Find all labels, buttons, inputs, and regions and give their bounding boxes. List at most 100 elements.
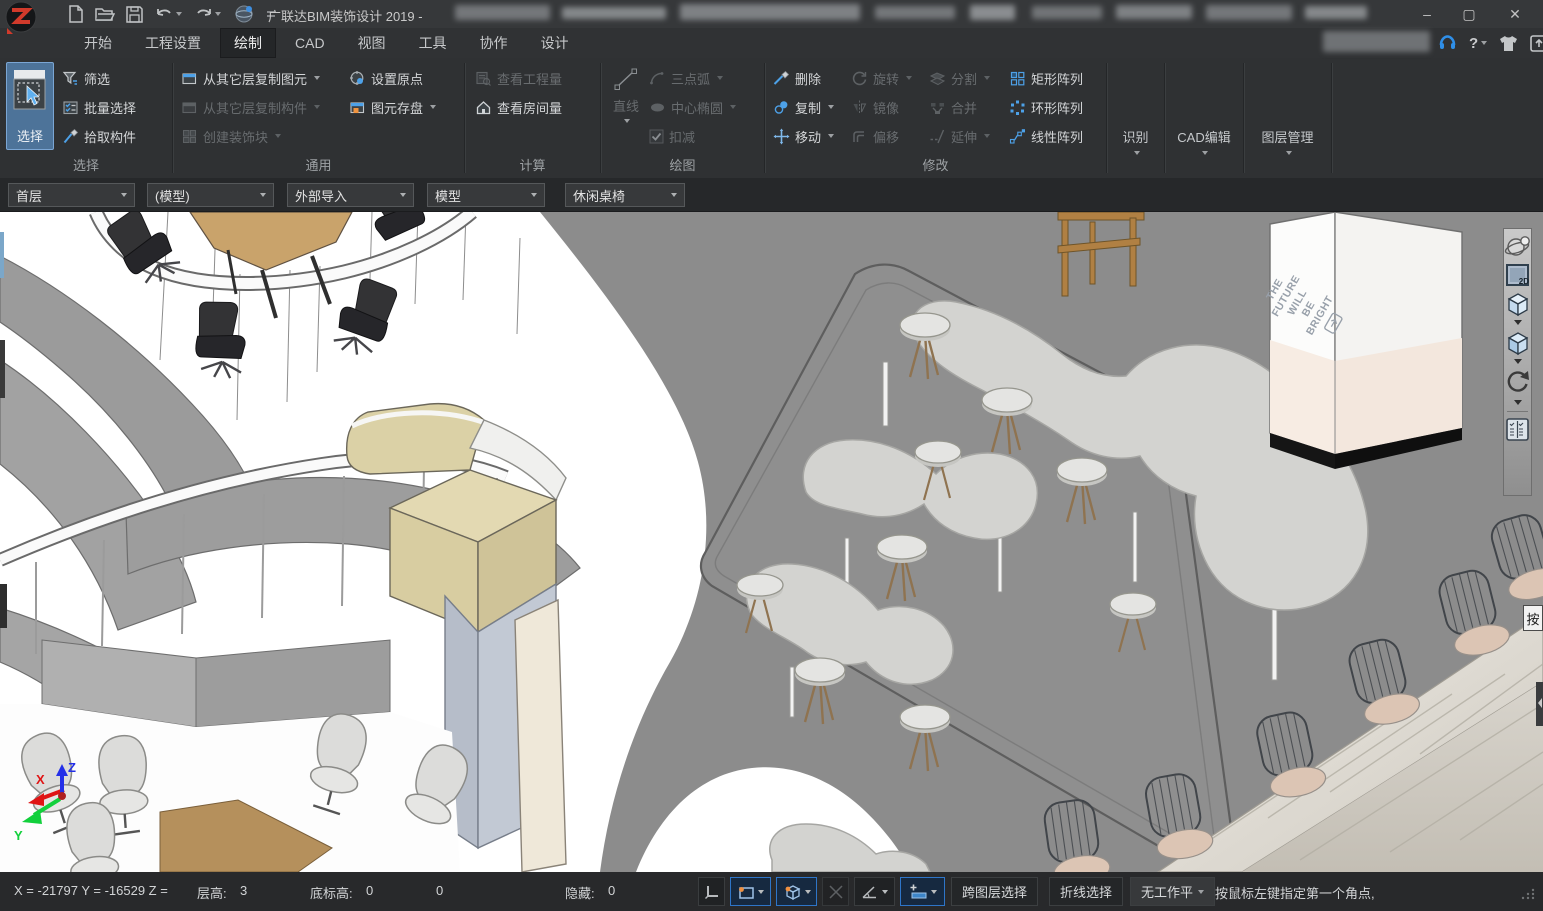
pick-component-button[interactable]: 拾取构件 [62, 124, 136, 148]
cop y-elements-from-other-layer-button[interactable]: 从其它层复制图元 [181, 66, 320, 90]
front-view-cube-icon[interactable] [1504, 289, 1531, 319]
ribbon-group-modify: 删除 复制 移动 旋转 镜像 偏移 分割 合并 [765, 58, 1106, 177]
tab-collaborate[interactable]: 协作 [466, 28, 522, 58]
floor-height-value[interactable]: 3 [240, 883, 247, 898]
orbit-icon[interactable] [1504, 232, 1531, 262]
chevron-down-icon[interactable] [1514, 359, 1522, 364]
tab-cad[interactable]: CAD [281, 28, 339, 58]
line-tool-button[interactable]: 直线 [606, 62, 646, 154]
2d-view-button[interactable]: 2D [1504, 262, 1531, 289]
element-save-icon [349, 99, 366, 116]
redacted-text [970, 5, 1015, 20]
resize-grip[interactable] [1521, 888, 1535, 900]
layer-manage-button[interactable]: 图层管理 [1244, 62, 1331, 167]
polar-array-button[interactable]: 环形阵列 [1009, 95, 1083, 119]
dynamic-input-toggle[interactable] [900, 877, 945, 906]
copy-button[interactable]: 复制 [773, 95, 834, 119]
component-select[interactable]: 休闲桌椅 [565, 183, 685, 207]
snap-cross-toggle[interactable] [822, 877, 849, 906]
undo-button[interactable] [153, 4, 183, 24]
redacted-text [680, 4, 860, 20]
angle-snap-toggle[interactable] [854, 877, 895, 906]
source-select[interactable]: 外部导入 [287, 183, 414, 207]
tab-design[interactable]: 设计 [527, 28, 583, 58]
tab-draw[interactable]: 绘制 [220, 28, 276, 58]
chevron-down-icon[interactable] [1514, 400, 1522, 405]
title-bar: 广联达BIM装饰设计 2019 - – ▢ ✕ [0, 0, 1543, 28]
minimize-button[interactable]: – [1410, 0, 1444, 28]
set-origin-button[interactable]: 设置原点 [349, 66, 423, 90]
cloud-sync-icon[interactable] [231, 4, 257, 24]
hidden-count-value[interactable]: 0 [608, 883, 615, 898]
split-button[interactable]: 分割 [929, 66, 990, 90]
rotate-view-icon[interactable] [1504, 367, 1531, 399]
cross-layer-select-button[interactable]: 跨图层选择 [951, 877, 1038, 906]
ribbon-group-layer-manage: 图层管理 [1244, 58, 1331, 177]
ribbon-group-cad-edit: CAD编辑 [1165, 58, 1243, 177]
panel-collapse-tab[interactable] [1536, 682, 1543, 726]
quantity-doc-icon [475, 70, 492, 87]
app-logo[interactable] [3, 0, 40, 37]
linear-array-icon [1009, 128, 1026, 145]
viewport[interactable]: THE FUTURE WILL BE BRIGHT [0, 212, 1543, 872]
filter-select-button[interactable]: 筛选 [62, 66, 110, 90]
move-button[interactable]: 移动 [773, 124, 834, 148]
launcher-icon[interactable] [1530, 35, 1543, 52]
chevron-down-icon[interactable] [1514, 320, 1522, 325]
tab-tools[interactable]: 工具 [405, 28, 461, 58]
view-manager-icon[interactable] [1504, 415, 1531, 443]
view-nav-toolbar: 2D [1503, 228, 1532, 496]
skin-icon[interactable] [1499, 35, 1518, 52]
save-icon[interactable] [124, 4, 144, 24]
create-decor-block-button[interactable]: 创建装饰块 [181, 124, 281, 148]
bottom-elevation-label: 底标高: [310, 883, 353, 902]
center-ellipse-button[interactable]: 中心椭圆 [649, 95, 736, 119]
save-element-button[interactable]: 图元存盘 [349, 95, 436, 119]
ribbon: 选择 筛选 批量选择 拾取构件 选择 从其它层复制图元 从其它层复制构件 创建装… [0, 58, 1543, 179]
help-icon[interactable]: ? [1469, 35, 1487, 52]
offset-button[interactable]: 偏移 [851, 124, 899, 148]
category-select[interactable]: 模型 [427, 183, 545, 207]
rect-array-button[interactable]: 矩形阵列 [1009, 66, 1083, 90]
deduction-checkbox[interactable]: 扣减 [649, 124, 695, 148]
slogan-pillar[interactable]: THE FUTURE WILL BE BRIGHT [1258, 212, 1462, 469]
extend-button[interactable]: 延伸 [929, 124, 990, 148]
redacted-text [875, 6, 955, 19]
redo-button[interactable] [192, 4, 222, 24]
object-snap-3d-toggle[interactable] [776, 877, 817, 906]
rotate-button[interactable]: 旋转 [851, 66, 912, 90]
extra-value[interactable]: 0 [436, 883, 443, 898]
iso-view-cube-icon[interactable] [1504, 328, 1531, 358]
maximize-button[interactable]: ▢ [1452, 0, 1486, 28]
new-file-icon[interactable] [66, 4, 86, 24]
3d-scene[interactable]: THE FUTURE WILL BE BRIGHT [0, 212, 1543, 872]
merge-button[interactable]: 合并 [929, 95, 977, 119]
mirror-button[interactable]: 镜像 [851, 95, 899, 119]
recognize-button[interactable]: 识别 [1107, 62, 1164, 167]
polyline-select-button[interactable]: 折线选择 [1049, 877, 1123, 906]
ribbon-separator [1331, 63, 1332, 173]
floor-select[interactable]: 首层 [8, 183, 135, 207]
view-quantities-button[interactable]: 查看工程量 [475, 66, 562, 90]
polar-array-icon [1009, 99, 1026, 116]
linear-array-button[interactable]: 线性阵列 [1009, 124, 1083, 148]
bottom-elevation-value[interactable]: 0 [366, 883, 373, 898]
rect-snap-toggle[interactable] [730, 877, 771, 906]
tab-start[interactable]: 开始 [70, 28, 126, 58]
workplane-dropdown[interactable]: 无工作平 [1130, 877, 1215, 906]
tab-view[interactable]: 视图 [344, 28, 400, 58]
select-button[interactable]: 选择 [6, 62, 54, 150]
view-room-quantities-button[interactable]: 查看房间量 [475, 95, 562, 119]
ortho-toggle[interactable] [698, 877, 725, 906]
copy-components-from-other-layer-button[interactable]: 从其它层复制构件 [181, 95, 320, 119]
three-point-arc-button[interactable]: 三点弧 [649, 66, 723, 90]
customer-service-icon[interactable] [1438, 34, 1457, 53]
batch-select-button[interactable]: 批量选择 [62, 95, 136, 119]
tab-project-settings[interactable]: 工程设置 [131, 28, 215, 58]
cad-edit-button[interactable]: CAD编辑 [1165, 62, 1243, 167]
close-button[interactable]: ✕ [1498, 0, 1532, 28]
open-file-icon[interactable] [95, 4, 115, 24]
delete-button[interactable]: 删除 [773, 66, 821, 90]
quick-access-toolbar [66, 4, 276, 24]
model-space-select[interactable]: (模型) [147, 183, 274, 207]
